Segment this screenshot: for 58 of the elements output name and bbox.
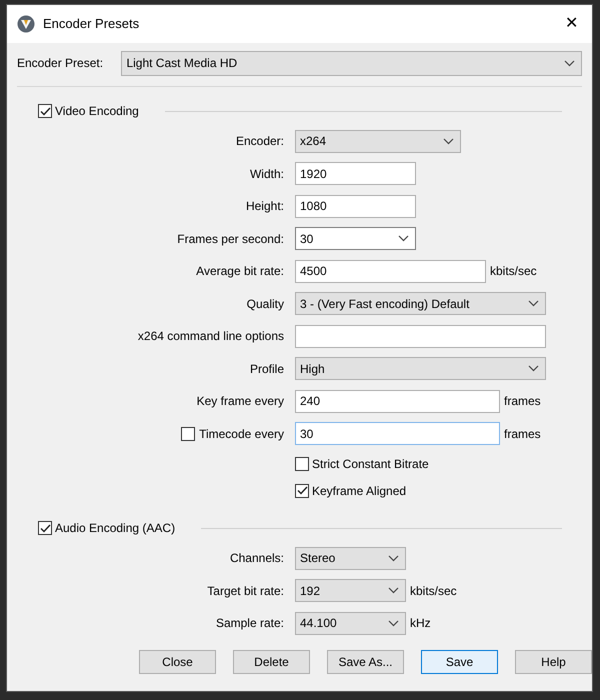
checkbox[interactable]	[295, 484, 309, 498]
dropdown[interactable]: Light Cast Media HD	[121, 50, 582, 76]
dropdown[interactable]: 30	[295, 227, 416, 250]
dropdown[interactable]: High	[295, 357, 546, 380]
dropdown[interactable]: x264	[295, 130, 461, 153]
field-label: x264 command line options	[138, 328, 284, 346]
chevron-icon	[398, 235, 409, 242]
checkbox[interactable]	[295, 456, 309, 470]
unit-label: frames	[504, 426, 541, 443]
input-field[interactable]	[295, 324, 546, 348]
chevron-icon	[388, 554, 399, 562]
chevron-icon	[564, 60, 575, 66]
input-field[interactable]: 1080	[295, 194, 416, 218]
checkbox-label: Keyframe Aligned	[312, 482, 406, 500]
unit-label: kHz	[410, 615, 431, 632]
chevron-icon	[528, 300, 539, 308]
unit-label: kbits/sec	[410, 582, 457, 600]
dialog-button[interactable]: Delete	[233, 650, 310, 674]
dropdown[interactable]: 44.100	[295, 612, 406, 635]
field-label: Sample rate:	[216, 615, 284, 632]
field-label: Timecode every	[199, 426, 284, 443]
field-label: Target bit rate:	[207, 582, 284, 600]
input-field[interactable]: 4500	[295, 260, 486, 283]
checkbox[interactable]	[38, 104, 52, 118]
field-label: Width:	[250, 166, 284, 183]
chevron-icon	[388, 620, 399, 627]
field-label: Profile	[250, 360, 284, 378]
field-label: Average bit rate:	[196, 263, 284, 280]
unit-label: kbits/sec	[490, 263, 537, 280]
dialog-button[interactable]: Save	[421, 650, 498, 674]
field-label: Key frame every	[196, 393, 284, 410]
dropdown[interactable]: 3 - (Very Fast encoding) Default	[295, 292, 546, 316]
close-button[interactable]: ✕	[561, 16, 582, 32]
field-label: Channels:	[230, 550, 284, 568]
checkbox-label: Audio Encoding (AAC)	[55, 520, 176, 537]
chevron-icon	[528, 365, 539, 372]
checkbox[interactable]	[38, 521, 52, 535]
checkbox[interactable]	[181, 426, 196, 441]
window-title: Encoder Presets	[43, 15, 140, 34]
chevron-icon	[443, 138, 454, 145]
input-field[interactable]: 30	[295, 422, 500, 446]
dropdown[interactable]: Stereo	[295, 546, 406, 570]
dialog-button[interactable]: Save As...	[327, 650, 404, 674]
chevron-icon	[388, 587, 399, 594]
app-logo-icon	[17, 15, 35, 33]
checkbox-label: Video Encoding	[55, 103, 139, 120]
field-label: Frames per second:	[177, 230, 284, 248]
unit-label: frames	[504, 393, 541, 410]
dialog-button[interactable]: Close	[139, 650, 216, 674]
input-field[interactable]: 240	[295, 390, 500, 413]
field-label: Quality	[246, 296, 284, 313]
dropdown[interactable]: 192	[295, 579, 406, 602]
field-label: Encoder Preset:	[17, 55, 104, 72]
field-label: Height:	[246, 198, 284, 216]
input-field[interactable]: 1920	[295, 162, 416, 186]
dialog-button[interactable]: Help	[515, 650, 592, 674]
field-label: Encoder:	[236, 133, 284, 150]
checkbox-label: Strict Constant Bitrate	[312, 456, 429, 472]
